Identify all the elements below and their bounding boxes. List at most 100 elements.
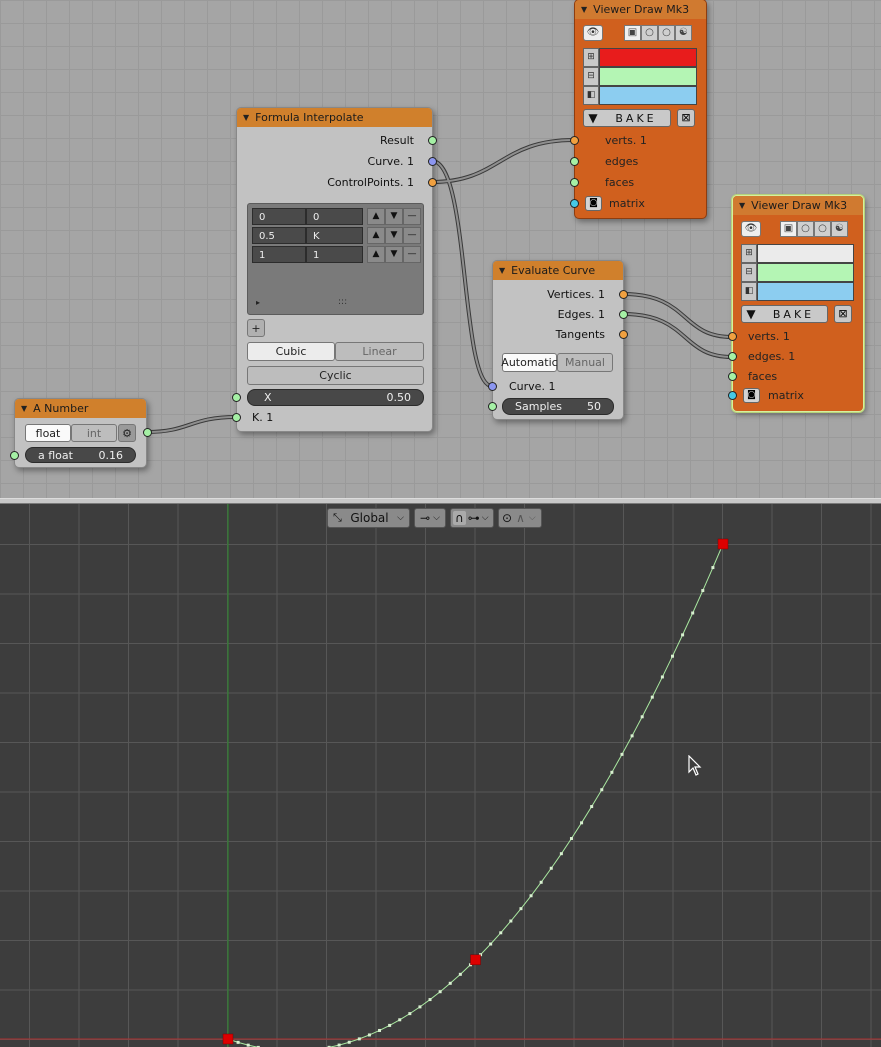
face-color-row[interactable]: ◧ [741,282,854,301]
float-type-button[interactable]: float [25,424,71,442]
move-up-button[interactable]: ▲ [367,246,385,263]
proportional-edit-icon[interactable]: ⊙ [502,511,512,525]
move-down-button[interactable]: ▼ [385,227,403,244]
face-color-row[interactable]: ◧ [583,86,697,105]
curve-output-socket[interactable] [428,157,437,166]
move-down-button[interactable]: ▼ [385,246,403,263]
sphere-icon[interactable]: ○ [641,25,658,41]
edges-output-socket[interactable] [619,310,628,319]
x-input-socket[interactable] [232,393,241,402]
remove-row-button[interactable]: — [403,227,421,244]
edge-color-swatch[interactable] [757,263,854,282]
collapse-triangle-icon[interactable]: ▼ [21,404,27,413]
point-row[interactable]: 0.5 K ▲ ▼ — [252,227,421,244]
formula-interpolate-node[interactable]: ▼ Formula Interpolate Result Curve. 1 Co… [232,107,437,432]
gear-icon[interactable]: ⚙ [118,424,136,442]
vertex-color-swatch[interactable] [599,48,697,67]
bake-clear-icon[interactable]: ⊠ [677,109,695,127]
point-y-field[interactable]: K [306,227,363,244]
control-points-list[interactable]: 0 0 ▲ ▼ — 0.5 K ▲ ▼ — 1 1 ▲ ▼ — ▸ ::: [247,203,424,315]
verts-input-socket[interactable] [570,136,579,145]
edges-input-socket[interactable] [570,157,579,166]
point-x-field[interactable]: 0.5 [252,227,306,244]
tangents-output-socket[interactable] [619,330,628,339]
controlpoints-output-socket[interactable] [428,178,437,187]
move-down-button[interactable]: ▼ [385,208,403,225]
edge-color-row[interactable]: ⊟ [741,263,854,282]
move-up-button[interactable]: ▲ [367,227,385,244]
eye-icon[interactable]: 👁 [741,221,761,237]
face-color-swatch[interactable] [599,86,697,105]
point-x-field[interactable]: 0 [252,208,306,225]
result-output-socket[interactable] [428,136,437,145]
cube-icon[interactable]: ▣ [624,25,641,41]
point-x-field[interactable]: 1 [252,246,306,263]
linear-mode-button[interactable]: Linear [335,342,424,361]
curve-input-socket[interactable] [488,382,497,391]
face-color-swatch[interactable] [757,282,854,301]
list-resize-grip-icon[interactable]: ::: [338,297,347,307]
manual-mode-button[interactable]: Manual [557,353,613,372]
point-row[interactable]: 1 1 ▲ ▼ — [252,246,421,263]
collapse-triangle-icon[interactable]: ▼ [243,113,249,122]
pivot-point-dropdown[interactable]: ⊸ ⌵ [414,508,446,528]
matrix-input-socket[interactable] [728,391,737,400]
bake-button[interactable]: ▼ BAKE [741,305,828,323]
point-y-field[interactable]: 1 [306,246,363,263]
k-input-socket[interactable] [232,413,241,422]
formula-interpolate-header[interactable]: ▼ Formula Interpolate [237,108,432,127]
collapse-triangle-icon[interactable]: ▼ [581,5,587,14]
a-number-input-socket[interactable] [10,451,19,460]
faces-input-socket[interactable] [570,178,579,187]
transform-orientation-dropdown[interactable]: ⤡ Global ⌵ [327,508,410,528]
bake-button[interactable]: ▼ BAKE [583,109,671,127]
faces-input-socket[interactable] [728,372,737,381]
matrix-icon[interactable]: ◙ [743,388,760,403]
samples-field[interactable]: Samples 50 [502,398,614,415]
edge-color-swatch[interactable] [599,67,697,86]
evaluate-curve-header[interactable]: ▼ Evaluate Curve [493,261,623,280]
chevron-down-icon[interactable]: ⌵ [482,513,489,523]
verts-input-socket[interactable] [728,332,737,341]
edges-input-socket[interactable] [728,352,737,361]
x-field[interactable]: X 0.50 [247,389,424,406]
vertices-output-socket[interactable] [619,290,628,299]
3d-viewport[interactable]: ⤡ Global ⌵ ⊸ ⌵ ∩ ⊶ ⌵ ⊙ ∧ ⌵ [0,504,881,1047]
list-expand-icon[interactable]: ▸ [256,298,260,307]
move-up-button[interactable]: ▲ [367,208,385,225]
a-number-header[interactable]: ▼ A Number [15,399,146,418]
collapse-triangle-icon[interactable]: ▼ [499,266,505,275]
vertex-color-swatch[interactable] [757,244,854,263]
matrix-input-socket[interactable] [570,199,579,208]
int-type-button[interactable]: int [71,424,117,442]
vertex-color-row[interactable]: ⊞ [583,48,697,67]
node-editor[interactable]: ▼ A Number float int ⚙ a float 0.16 ▼ Fo… [0,0,881,498]
viewer-draw-header[interactable]: ▼ Viewer Draw Mk3 [733,196,863,215]
remove-row-button[interactable]: — [403,208,421,225]
bake-clear-icon[interactable]: ⊠ [834,305,852,323]
sphere-icon[interactable]: ○ [797,221,814,237]
circle-icon[interactable]: ○ [814,221,831,237]
a-number-output-socket[interactable] [143,428,152,437]
point-y-field[interactable]: 0 [306,208,363,225]
snap-element-icon[interactable]: ⊶ [468,511,480,525]
cubic-mode-button[interactable]: Cubic [247,342,335,361]
eye-icon[interactable]: 👁 [583,25,603,41]
falloff-curve-icon[interactable]: ∧ [516,511,525,525]
automatic-mode-button[interactable]: Automatic [501,353,558,372]
a-float-field[interactable]: a float 0.16 [25,447,136,463]
remove-row-button[interactable]: — [403,246,421,263]
point-row[interactable]: 0 0 ▲ ▼ — [252,208,421,225]
cube-icon[interactable]: ▣ [780,221,797,237]
circle-icon[interactable]: ○ [658,25,675,41]
add-point-button[interactable]: + [247,319,265,337]
collapse-triangle-icon[interactable]: ▼ [739,201,745,210]
edge-color-row[interactable]: ⊟ [583,67,697,86]
samples-input-socket[interactable] [488,402,497,411]
viewer-draw-node-1[interactable]: ▼ Viewer Draw Mk3 👁 ▣ ○ ○ ☯ ⊞ ⊟ ◧ ▼ BAKE… [570,0,707,219]
shading-icon[interactable]: ☯ [831,221,848,237]
matrix-icon[interactable]: ◙ [585,196,602,211]
chevron-down-icon[interactable]: ⌵ [529,513,536,523]
a-number-node[interactable]: ▼ A Number float int ⚙ a float 0.16 [10,398,152,468]
vertex-color-row[interactable]: ⊞ [741,244,854,263]
